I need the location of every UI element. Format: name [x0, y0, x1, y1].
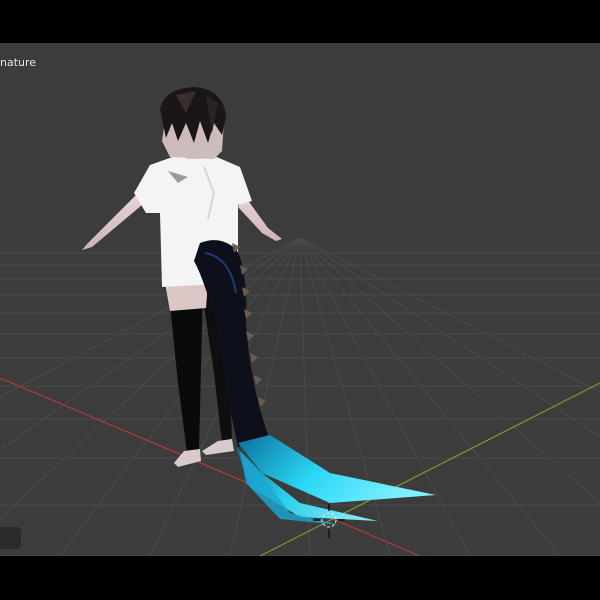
x-axis-line — [0, 377, 421, 556]
3d-viewport[interactable]: nature — [0, 43, 600, 556]
object-name-label: nature — [0, 56, 37, 69]
viewport-canvas[interactable] — [0, 43, 600, 556]
letterbox-top — [0, 0, 600, 43]
viewport-widget-icon[interactable] — [0, 527, 21, 549]
tail-model[interactable] — [194, 240, 436, 525]
letterbox-bottom — [0, 556, 600, 600]
